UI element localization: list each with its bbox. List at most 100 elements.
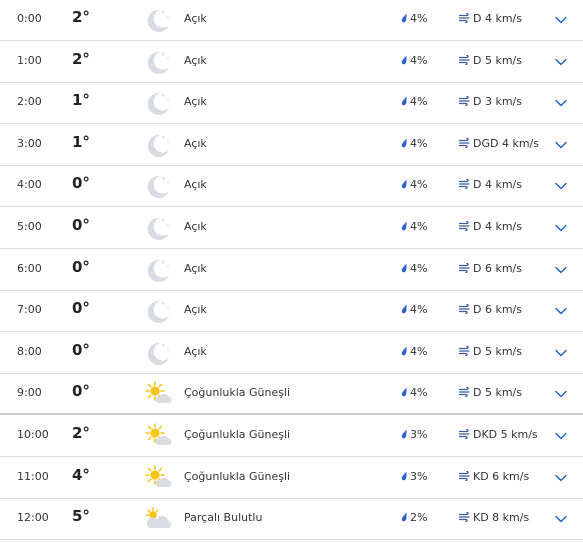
hour-time: 5:00: [17, 220, 42, 233]
raindrop-icon: [401, 96, 408, 109]
condition-label: Çoğunlukla Güneşli: [184, 428, 291, 441]
chevron-down-icon[interactable]: [553, 220, 569, 236]
wind-icon: [458, 345, 470, 359]
precip-chance: 4%: [401, 220, 427, 234]
wind-icon: [458, 262, 470, 276]
hourly-row[interactable]: 7:00 0° Açık 4% D 6 km/s: [0, 291, 583, 332]
moon-icon: [143, 5, 173, 35]
chevron-down-icon[interactable]: [553, 428, 569, 444]
wind-info: D 5 km/s: [458, 345, 522, 359]
hour-temperature: 5°: [72, 507, 90, 525]
chevron-down-icon[interactable]: [553, 12, 569, 28]
wind-icon: [458, 137, 470, 151]
precip-value: 4%: [410, 345, 428, 358]
condition-label: Çoğunlukla Güneşli: [184, 386, 291, 399]
hourly-row[interactable]: 4:00 0° Açık 4% D 4 km/s: [0, 166, 583, 207]
hour-temperature: 0°: [72, 216, 90, 234]
precip-chance: 4%: [401, 303, 427, 317]
wind-info: D 4 km/s: [458, 178, 522, 192]
precip-value: 4%: [410, 262, 428, 275]
chevron-down-icon[interactable]: [553, 178, 569, 194]
condition-label: Açık: [184, 178, 207, 191]
moon-icon: [143, 47, 173, 77]
condition-label: Açık: [184, 345, 207, 358]
chevron-down-icon[interactable]: [553, 386, 569, 402]
wind-info: D 6 km/s: [458, 303, 522, 317]
precip-chance: 4%: [401, 54, 427, 68]
sun-cloud-icon: [143, 379, 173, 409]
chevron-down-icon[interactable]: [553, 54, 569, 70]
hourly-row[interactable]: 5:00 0° Açık 4% D 4 km/s: [0, 208, 583, 249]
chevron-down-icon[interactable]: [553, 470, 569, 486]
wind-icon: [458, 511, 470, 525]
raindrop-icon: [401, 512, 408, 525]
hour-time: 10:00: [17, 428, 49, 441]
precip-chance: 4%: [401, 137, 427, 151]
hour-temperature: 1°: [72, 91, 90, 109]
hourly-row[interactable]: 0:00 2° Açık 4% D 4 km/s: [0, 0, 583, 41]
hour-time: 4:00: [17, 178, 42, 191]
moon-icon: [143, 296, 173, 326]
precip-value: 4%: [410, 12, 428, 25]
condition-label: Açık: [184, 303, 207, 316]
raindrop-icon: [401, 138, 408, 151]
chevron-down-icon[interactable]: [553, 95, 569, 111]
moon-icon: [143, 255, 173, 285]
wind-value: KD 6 km/s: [473, 470, 530, 483]
hour-temperature: 0°: [72, 174, 90, 192]
moon-icon: [143, 338, 173, 368]
wind-icon: [458, 220, 470, 234]
wind-value: D 4 km/s: [473, 12, 522, 25]
moon-icon: [143, 213, 173, 243]
moon-icon: [143, 88, 173, 118]
hourly-row[interactable]: 3:00 1° Açık 4% DGD 4 km/s: [0, 125, 583, 166]
hourly-row[interactable]: 8:00 0° Açık 4% D 5 km/s: [0, 333, 583, 374]
raindrop-icon: [401, 304, 408, 317]
hourly-row[interactable]: 12:00 5° Parçalı Bulutlu 2% KD 8 km/s: [0, 499, 583, 540]
wind-info: DGD 4 km/s: [458, 137, 539, 151]
chevron-down-icon[interactable]: [553, 511, 569, 527]
wind-value: D 6 km/s: [473, 262, 522, 275]
chevron-down-icon[interactable]: [553, 262, 569, 278]
condition-label: Açık: [184, 12, 207, 25]
hour-temperature: 0°: [72, 341, 90, 359]
precip-chance: 4%: [401, 262, 427, 276]
precip-chance: 2%: [401, 511, 427, 525]
raindrop-icon: [401, 471, 408, 484]
hourly-row[interactable]: 11:00 4° Çoğunlukla Güneşli 3% KD 6 km/s: [0, 458, 583, 499]
hourly-row[interactable]: 10:00 2° Çoğunlukla Güneşli 3% DKD 5 km/…: [0, 416, 583, 457]
wind-icon: [458, 386, 470, 400]
hourly-row[interactable]: 6:00 0° Açık 4% D 6 km/s: [0, 250, 583, 291]
chevron-down-icon[interactable]: [553, 345, 569, 361]
hour-time: 11:00: [17, 470, 49, 483]
wind-icon: [458, 470, 470, 484]
wind-icon: [458, 54, 470, 68]
wind-info: KD 8 km/s: [458, 511, 530, 525]
sun-cloud-icon: [143, 421, 173, 451]
hour-temperature: 0°: [72, 258, 90, 276]
precip-chance: 4%: [401, 12, 427, 26]
chevron-down-icon[interactable]: [553, 137, 569, 153]
raindrop-icon: [401, 13, 408, 26]
hour-time: 8:00: [17, 345, 42, 358]
condition-label: Açık: [184, 262, 207, 275]
wind-info: D 5 km/s: [458, 54, 522, 68]
chevron-down-icon[interactable]: [553, 303, 569, 319]
precip-value: 4%: [410, 178, 428, 191]
precip-value: 4%: [410, 137, 428, 150]
precip-value: 4%: [410, 95, 428, 108]
precip-chance: 4%: [401, 95, 427, 109]
moon-icon: [143, 130, 173, 160]
hourly-row[interactable]: 1:00 2° Açık 4% D 5 km/s: [0, 42, 583, 83]
wind-value: D 5 km/s: [473, 345, 522, 358]
wind-value: KD 8 km/s: [473, 511, 530, 524]
raindrop-icon: [401, 179, 408, 192]
wind-value: DGD 4 km/s: [473, 137, 539, 150]
wind-icon: [458, 303, 470, 317]
wind-info: D 4 km/s: [458, 12, 522, 26]
wind-icon: [458, 12, 470, 26]
hourly-row[interactable]: 9:00 0° Çoğunlukla Güneşli 4% D 5 km/s: [0, 374, 583, 415]
hourly-row[interactable]: 2:00 1° Açık 4% D 3 km/s: [0, 83, 583, 124]
hourly-forecast-list: 0:00 2° Açık 4% D 4 km/s 1:00 2° Açık 4%…: [0, 0, 583, 542]
hour-temperature: 1°: [72, 133, 90, 151]
